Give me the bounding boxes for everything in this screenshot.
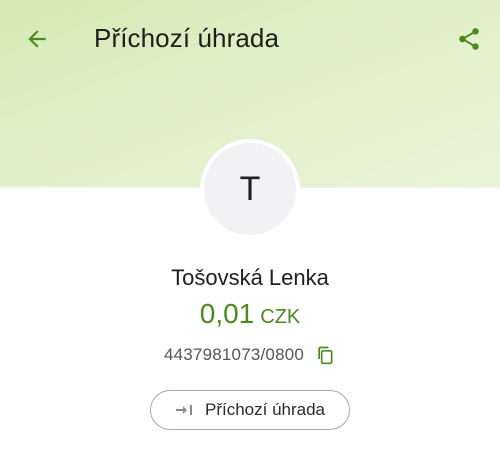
transaction-type-chip[interactable]: Příchozí úhrada xyxy=(150,390,350,430)
amount-value: 0,01 xyxy=(199,298,255,329)
transaction-type-label: Příchozí úhrada xyxy=(204,400,325,419)
copy-account-button[interactable] xyxy=(314,344,336,366)
copy-icon xyxy=(318,346,333,365)
amount: 0,01 CZK xyxy=(0,298,500,330)
account-number: 4437981073/0800 xyxy=(163,345,305,364)
page-title: Příchozí úhrada xyxy=(94,23,280,53)
incoming-arrow-icon xyxy=(175,405,192,415)
counterparty-name: Tošovská Lenka xyxy=(171,265,329,290)
share-icon xyxy=(459,28,479,50)
top-app-bar: Příchozí úhrada xyxy=(0,0,500,80)
avatar: T xyxy=(200,139,300,239)
avatar-initial: T xyxy=(239,169,261,208)
back-button[interactable] xyxy=(16,18,58,60)
account-row: 4437981073/0800 xyxy=(0,344,500,366)
amount-currency: CZK xyxy=(260,306,301,328)
arrow-left-icon xyxy=(28,30,46,48)
share-button[interactable] xyxy=(448,18,490,60)
